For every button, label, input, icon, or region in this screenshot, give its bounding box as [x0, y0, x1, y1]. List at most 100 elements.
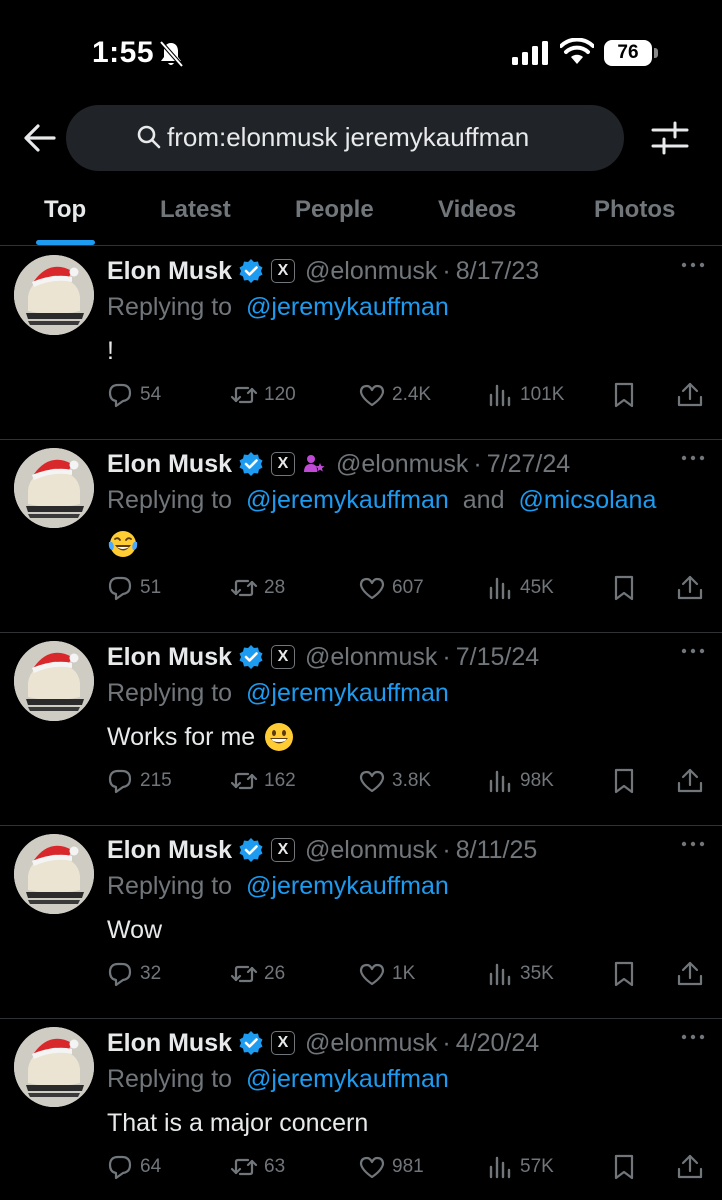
share-button[interactable]	[676, 956, 704, 992]
repost-button[interactable]: 63	[230, 1149, 285, 1185]
reply-button[interactable]: 64	[106, 1149, 161, 1185]
mention-link[interactable]: @jeremykauffman	[246, 293, 449, 321]
tab-videos[interactable]: Videos	[438, 196, 516, 224]
reply-button[interactable]: 51	[106, 570, 161, 606]
like-count: 981	[392, 1156, 424, 1177]
replying-to: Replying to @jeremykauffman	[107, 872, 449, 901]
avatar[interactable]	[14, 255, 94, 335]
tweet-4[interactable]: Elon Musk X @elonmusk · 8/11/25 Replying…	[0, 826, 722, 1019]
tab-people[interactable]: People	[295, 196, 374, 224]
like-button[interactable]: 981	[358, 1149, 424, 1185]
mention-link[interactable]: @jeremykauffman	[246, 679, 449, 707]
tweet-header: Elon Musk X @elonmusk · 8/11/25	[107, 834, 537, 866]
tweet-header: Elon Musk X @elonmusk · 7/15/24	[107, 641, 539, 673]
share-button[interactable]	[676, 377, 704, 413]
repost-icon	[230, 579, 258, 597]
tweet-date[interactable]: 7/27/24	[487, 450, 570, 479]
active-tab-indicator	[36, 240, 95, 245]
share-button[interactable]	[676, 570, 704, 606]
author-name[interactable]: Elon Musk	[107, 836, 232, 865]
bookmark-button[interactable]	[610, 377, 638, 413]
author-name[interactable]: Elon Musk	[107, 1029, 232, 1058]
tweet-5[interactable]: Elon Musk X @elonmusk · 4/20/24 Replying…	[0, 1019, 722, 1200]
repost-button[interactable]: 26	[230, 956, 285, 992]
mention-link[interactable]: @jeremykauffman	[246, 872, 449, 900]
tweet-header: Elon Musk X @elonmusk · 8/17/23	[107, 255, 539, 287]
tweet-body: That is a major concern	[107, 1108, 369, 1137]
replying-to: Replying to @jeremykauffman	[107, 679, 449, 708]
mention-link[interactable]: @jeremykauffman	[246, 1065, 449, 1093]
avatar[interactable]	[14, 641, 94, 721]
tweet-date[interactable]: 7/15/24	[456, 643, 539, 672]
tweet-date[interactable]: 4/20/24	[456, 1029, 539, 1058]
tweet-3[interactable]: Elon Musk X @elonmusk · 7/15/24 Replying…	[0, 633, 722, 826]
reply-icon	[108, 383, 132, 408]
more-options-icon[interactable]	[680, 452, 706, 464]
tweet-date[interactable]: 8/17/23	[456, 257, 539, 286]
verified-badge-icon	[239, 1031, 263, 1055]
more-options-icon[interactable]	[680, 838, 706, 850]
author-name[interactable]: Elon Musk	[107, 257, 232, 286]
author-name[interactable]: Elon Musk	[107, 450, 232, 479]
bookmark-button[interactable]	[610, 570, 638, 606]
status-time: 1:55	[92, 36, 155, 69]
bookmark-icon	[614, 382, 634, 408]
replying-to-label: Replying to	[107, 872, 233, 900]
x-affiliation-badge: X	[271, 1031, 296, 1055]
views-button[interactable]: 57K	[486, 1149, 554, 1185]
tweet-date[interactable]: 8/11/25	[456, 836, 538, 865]
bookmark-button[interactable]	[610, 1149, 638, 1185]
repost-icon	[230, 965, 258, 983]
more-options-icon[interactable]	[680, 1031, 706, 1043]
share-icon	[677, 768, 703, 793]
avatar[interactable]	[14, 1027, 94, 1107]
tab-latest[interactable]: Latest	[160, 196, 231, 224]
like-button[interactable]: 3.8K	[358, 763, 431, 799]
search-query[interactable]: from:elonmusk jeremykauffman	[167, 122, 529, 153]
repost-button[interactable]: 28	[230, 570, 285, 606]
views-button[interactable]: 101K	[486, 377, 564, 413]
views-button[interactable]: 35K	[486, 956, 554, 992]
more-options-icon[interactable]	[680, 645, 706, 657]
reply-button[interactable]: 32	[106, 956, 161, 992]
author-handle[interactable]: @elonmusk	[305, 1029, 437, 1058]
share-button[interactable]	[676, 763, 704, 799]
reply-button[interactable]: 215	[106, 763, 172, 799]
tab-photos[interactable]: Photos	[594, 196, 675, 224]
tweet-2[interactable]: Elon Musk X @elonmusk · 7/27/24 Replying…	[0, 440, 722, 633]
tweet-text: Works for me	[107, 721, 295, 753]
mention-link[interactable]: @micsolana	[518, 486, 656, 514]
avatar[interactable]	[14, 834, 94, 914]
repost-button[interactable]: 162	[230, 763, 296, 799]
replying-to: Replying to @jeremykauffman and @micsola…	[107, 486, 656, 515]
back-arrow-icon[interactable]	[22, 118, 58, 158]
author-handle[interactable]: @elonmusk	[305, 257, 437, 286]
bookmark-button[interactable]	[610, 763, 638, 799]
share-button[interactable]	[676, 1149, 704, 1185]
avatar[interactable]	[14, 448, 94, 528]
separator-dot: ·	[473, 449, 482, 478]
tab-top[interactable]: Top	[44, 196, 86, 224]
repost-icon	[230, 1158, 258, 1176]
author-handle[interactable]: @elonmusk	[305, 836, 437, 865]
reply-button[interactable]: 54	[106, 377, 161, 413]
search-filter-icon[interactable]	[650, 120, 690, 156]
like-button[interactable]: 1K	[358, 956, 415, 992]
face-with-tears-of-joy-icon	[108, 531, 138, 557]
bookmark-button[interactable]	[610, 956, 638, 992]
author-handle[interactable]: @elonmusk	[305, 643, 437, 672]
views-count: 45K	[520, 577, 554, 598]
views-count: 98K	[520, 770, 554, 791]
repost-button[interactable]: 120	[230, 377, 296, 413]
views-button[interactable]: 45K	[486, 570, 554, 606]
replying-to-label: Replying to	[107, 1065, 233, 1093]
like-button[interactable]: 607	[358, 570, 424, 606]
views-button[interactable]: 98K	[486, 763, 554, 799]
tweet-1[interactable]: Elon Musk X @elonmusk · 8/17/23 Replying…	[0, 247, 722, 440]
tweet-actions: 54 120 2.4K 101K	[0, 377, 722, 413]
author-name[interactable]: Elon Musk	[107, 643, 232, 672]
more-options-icon[interactable]	[680, 259, 706, 271]
mention-link[interactable]: @jeremykauffman	[246, 486, 449, 514]
like-button[interactable]: 2.4K	[358, 377, 431, 413]
author-handle[interactable]: @elonmusk	[336, 450, 468, 479]
